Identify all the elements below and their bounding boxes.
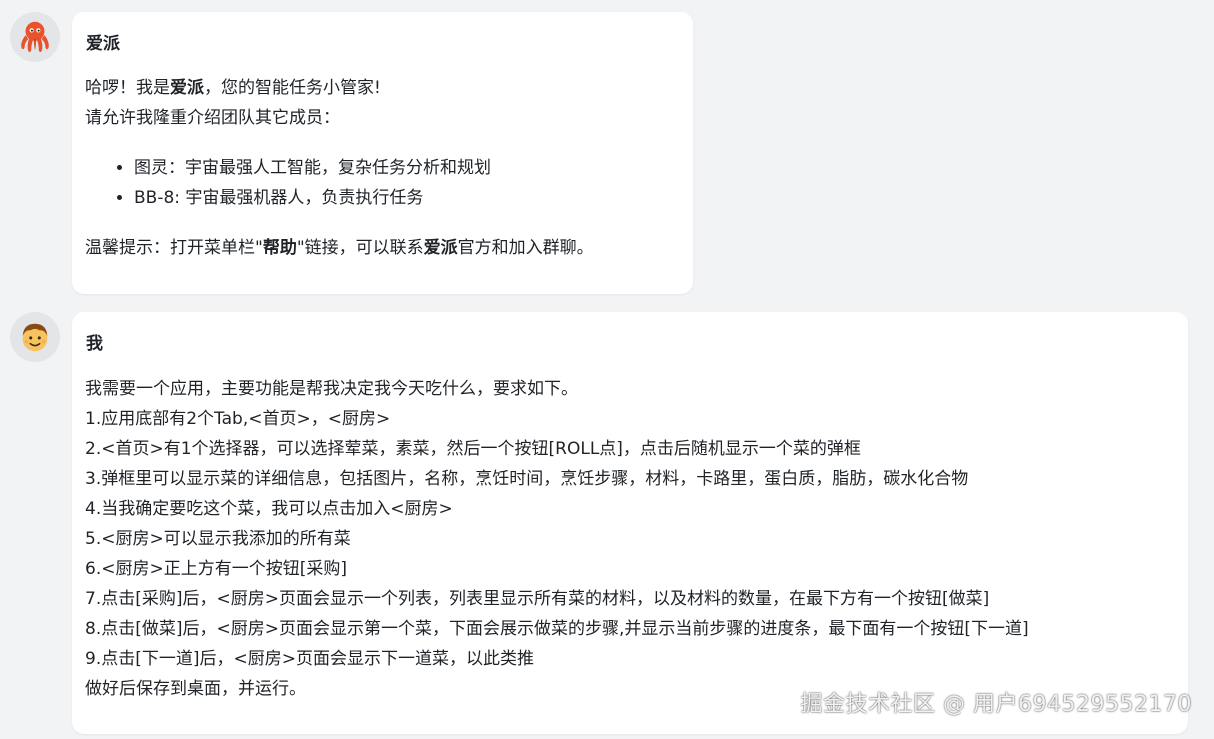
user-message-bubble: 我 我需要一个应用，主要功能是帮我决定我今天吃什么，要求如下。 1.应用底部有2…: [72, 312, 1188, 734]
bot-greeting: 哈啰！我是爱派，您的智能任务小管家!: [85, 73, 381, 103]
tip-name: 爱派: [423, 238, 458, 258]
user-line: 我需要一个应用，主要功能是帮我决定我今天吃什么，要求如下。: [85, 379, 578, 399]
tip-pre: 温馨提示：打开菜单栏": [85, 238, 263, 258]
tip-mid: "链接，可以联系: [296, 238, 424, 258]
user-sender-name: 我: [86, 334, 103, 354]
greeting-name: 爱派: [170, 78, 204, 98]
bot-intro: 请允许我隆重介绍团队其它成员：: [85, 108, 340, 128]
user-avatar[interactable]: [10, 312, 60, 362]
greeting-post: ，您的智能任务小管家!: [204, 78, 381, 98]
member-list: 图灵：宇宙最强人工智能，复杂任务分析和规划 BB-8: 宇宙最强机器人，负责执行…: [72, 153, 491, 213]
user-line: 1.应用底部有2个Tab,<首页>，<厨房>: [85, 409, 391, 429]
user-line: 7.点击[采购]后，<厨房>页面会显示一个列表，列表里显示所有菜的材料，以及材料…: [85, 589, 990, 609]
user-line: 6.<厨房>正上方有一个按钮[采购]: [85, 559, 347, 579]
bot-avatar[interactable]: [10, 12, 60, 62]
octopus-icon: [21, 21, 49, 53]
user-line: 9.点击[下一道]后，<厨房>页面会显示下一道菜，以此类推: [85, 649, 534, 669]
bot-message-bubble: 爱派 哈啰！我是爱派，您的智能任务小管家! 请允许我隆重介绍团队其它成员： 图灵…: [72, 12, 693, 294]
tip-post: 官方和加入群聊。: [457, 238, 594, 258]
user-line: 做好后保存到桌面，并运行。: [85, 679, 306, 699]
bot-tip: 温馨提示：打开菜单栏"帮助"链接，可以联系爱派官方和加入群聊。: [85, 233, 594, 263]
watermark: 掘金技术社区 @ 用户694529552170: [800, 692, 1192, 717]
user-line: 4.当我确定要吃这个菜，我可以点击加入<厨房>: [85, 499, 453, 519]
tip-help-link: 帮助: [262, 238, 297, 258]
user-line: 2.<首页>有1个选择器，可以选择荤菜，素菜，然后一个按钮[ROLL点]，点击后…: [85, 439, 861, 459]
user-face-icon: [22, 323, 48, 352]
greeting-pre: 哈啰！我是: [85, 78, 170, 98]
list-item: BB-8: 宇宙最强机器人，负责执行任务: [134, 183, 491, 213]
user-line: 3.弹框里可以显示菜的详细信息，包括图片，名称，烹饪时间，烹饪步骤，材料，卡路里…: [85, 469, 969, 489]
user-line: 5.<厨房>可以显示我添加的所有菜: [85, 529, 351, 549]
user-line: 8.点击[做菜]后，<厨房>页面会显示第一个菜，下面会展示做菜的步骤,并显示当前…: [85, 619, 1029, 639]
list-item: 图灵：宇宙最强人工智能，复杂任务分析和规划: [134, 153, 491, 183]
bot-sender-name: 爱派: [86, 34, 120, 54]
